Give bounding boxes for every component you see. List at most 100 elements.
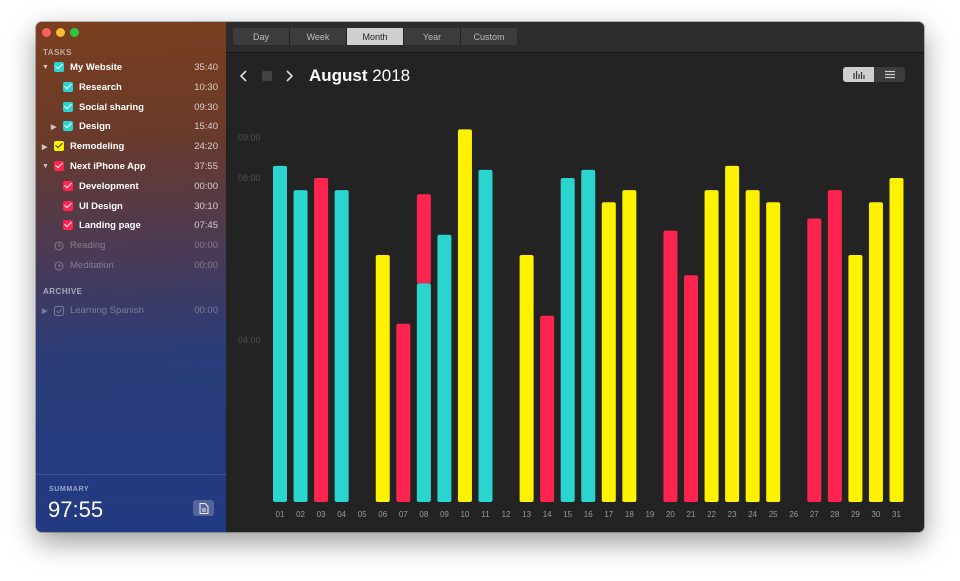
bar-view-button[interactable] (843, 67, 874, 82)
tab-month[interactable]: Month (347, 28, 404, 45)
bar-day-07[interactable] (396, 323, 411, 502)
month-name: August (309, 66, 368, 85)
bar-day-29[interactable] (848, 254, 863, 502)
bar-day-20[interactable] (663, 230, 678, 502)
task-time: 00:00 (194, 260, 218, 271)
x-tick-label: 11 (481, 510, 490, 519)
task-checkbox[interactable] (63, 121, 73, 132)
view-toggle (843, 67, 905, 82)
bar-day-15[interactable] (560, 178, 575, 502)
y-tick-label: 08:00 (238, 173, 261, 183)
task-row[interactable]: Research 10:30 (36, 79, 226, 97)
task-row[interactable]: Landing page 07:45 (36, 217, 226, 235)
x-tick-label: 06 (378, 510, 387, 519)
bar-day-16[interactable] (581, 169, 596, 502)
bar-day-24[interactable] (745, 190, 760, 502)
summary-total: 97:55 (48, 497, 104, 522)
disclosure-closed-icon[interactable]: ▶ (42, 143, 47, 151)
prev-month-button[interactable] (239, 69, 249, 88)
x-tick-label: 25 (769, 510, 778, 519)
x-tick-label: 28 (830, 510, 839, 519)
bar-day-01[interactable] (273, 165, 287, 502)
chevron-right-icon (286, 70, 294, 82)
task-row[interactable]: ▼ My Website 35:40 (36, 59, 226, 77)
minimize-window-button[interactable] (56, 28, 65, 37)
bar-day-11[interactable] (478, 169, 493, 502)
bar-day-21[interactable] (684, 275, 698, 502)
bar-day-10[interactable] (457, 129, 472, 502)
x-tick-label: 22 (707, 510, 716, 519)
bar-day-04[interactable] (334, 190, 349, 502)
x-tick-label: 23 (728, 510, 737, 519)
list-view-button[interactable] (874, 67, 905, 82)
task-checkbox[interactable] (63, 200, 73, 211)
clock-icon (54, 261, 64, 271)
bar-day-25[interactable] (766, 202, 781, 503)
task-row-inactive[interactable]: Meditation 00:00 (36, 257, 226, 275)
tab-day[interactable]: Day (233, 28, 290, 45)
bar-day-17[interactable] (601, 202, 616, 503)
task-row[interactable]: ▶ Design 15:40 (36, 118, 226, 136)
clock-icon (54, 241, 64, 251)
bar-day-13[interactable] (519, 254, 534, 502)
task-checkbox[interactable] (54, 62, 64, 72)
bar-day-31[interactable] (889, 178, 904, 502)
task-row[interactable]: ▶ Remodeling 24:20 (36, 138, 226, 156)
task-checkbox[interactable] (63, 101, 73, 112)
tab-custom[interactable]: Custom (461, 28, 517, 45)
checkbox-checked-icon[interactable] (54, 306, 64, 316)
task-checkbox[interactable] (54, 141, 64, 152)
disclosure-closed-icon[interactable]: ▶ (51, 123, 56, 131)
x-tick-label: 10 (460, 510, 469, 519)
y-tick-label: 04:00 (238, 335, 261, 345)
bar-day-08[interactable] (416, 194, 431, 284)
tab-week[interactable]: Week (290, 28, 347, 45)
next-month-button[interactable] (284, 69, 294, 88)
year-value: 2018 (372, 66, 411, 85)
archive-task-row[interactable]: ▶ Learning Spanish 00:00 (36, 302, 226, 320)
task-checkbox[interactable] (63, 220, 73, 231)
bar-day-06[interactable] (375, 254, 390, 502)
archive-section-label: ARCHIVE (43, 287, 83, 296)
task-row[interactable]: UI Design 30:10 (36, 198, 226, 216)
task-row-inactive[interactable]: Reading 00:00 (36, 237, 226, 255)
task-checkbox[interactable] (54, 161, 64, 171)
bar-day-02[interactable] (293, 190, 308, 502)
task-name: UI Design (79, 200, 123, 212)
task-time: 35:40 (194, 62, 218, 73)
x-tick-label: 31 (892, 510, 901, 519)
bar-day-28[interactable] (827, 190, 842, 502)
task-time: 37:55 (194, 161, 218, 172)
x-tick-label: 20 (666, 510, 675, 519)
x-tick-label: 29 (851, 510, 860, 519)
task-row[interactable]: ▼ Next iPhone App 37:55 (36, 158, 226, 176)
stop-button[interactable] (262, 71, 272, 81)
disclosure-open-icon[interactable]: ▼ (42, 64, 49, 71)
zoom-window-button[interactable] (70, 28, 79, 37)
bar-day-23[interactable] (725, 165, 740, 502)
disclosure-closed-icon[interactable]: ▶ (42, 307, 47, 315)
disclosure-open-icon[interactable]: ▼ (42, 163, 49, 170)
task-checkbox[interactable] (63, 81, 73, 92)
tab-year[interactable]: Year (404, 28, 461, 45)
x-tick-label: 08 (419, 510, 428, 519)
bar-day-14[interactable] (540, 315, 555, 502)
bar-day-30[interactable] (868, 202, 883, 503)
summary-divider (36, 474, 226, 475)
task-name: Reading (70, 240, 106, 252)
task-name: Next iPhone App (70, 161, 146, 172)
bar-day-03[interactable] (314, 178, 329, 502)
close-window-button[interactable] (42, 28, 51, 37)
x-tick-label: 04 (337, 510, 346, 519)
task-row[interactable]: Development 00:00 (36, 178, 226, 196)
task-row[interactable]: Social sharing 09:30 (36, 99, 226, 117)
export-button[interactable] (193, 500, 214, 516)
bar-day-27[interactable] (807, 218, 822, 503)
bar-day-18[interactable] (622, 190, 637, 502)
bar-day-08[interactable] (416, 283, 431, 502)
task-name: Research (79, 81, 122, 93)
task-checkbox[interactable] (63, 180, 73, 191)
bar-day-22[interactable] (704, 190, 719, 502)
bar-day-09[interactable] (437, 234, 452, 502)
x-tick-label: 26 (789, 510, 798, 519)
